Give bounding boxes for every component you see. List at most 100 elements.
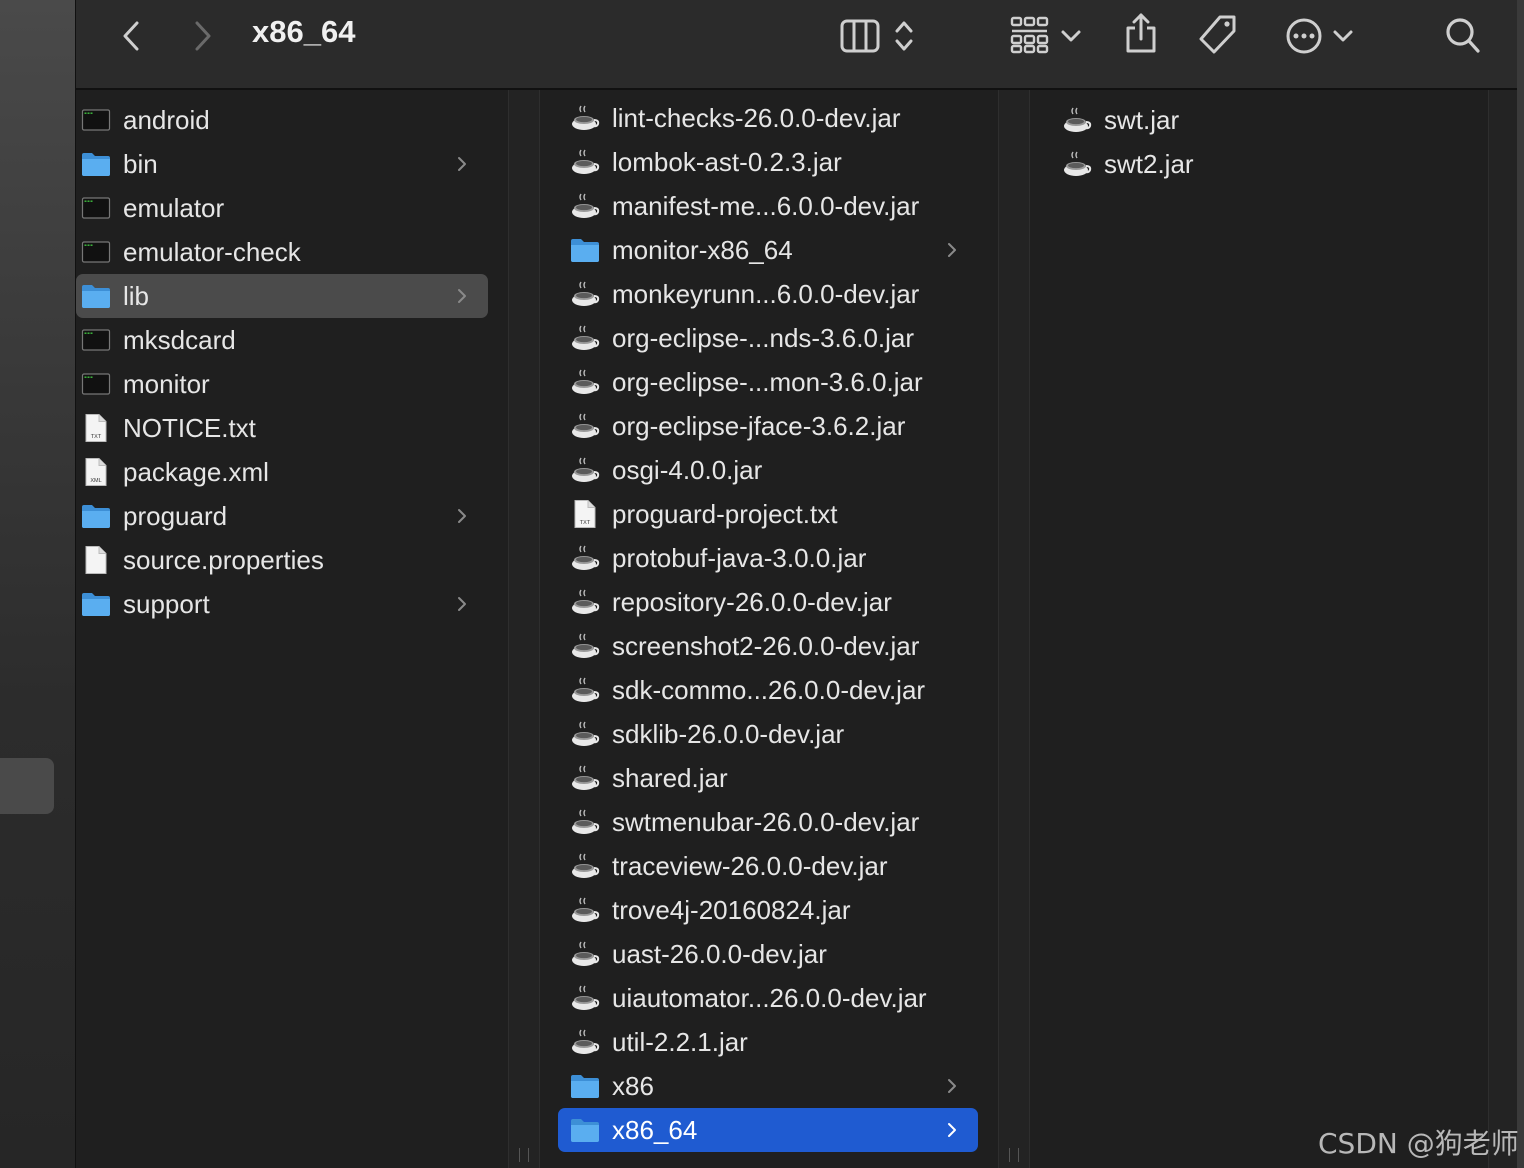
exec-icon bbox=[81, 197, 111, 219]
jar-icon bbox=[572, 105, 600, 130]
list-item-label: emulator-check bbox=[123, 236, 301, 267]
list-item[interactable]: lint-checks-26.0.0-dev.jar bbox=[558, 96, 978, 140]
jar-icon bbox=[572, 809, 600, 834]
column-view-icon[interactable] bbox=[840, 18, 880, 54]
list-item-label: lombok-ast-0.2.3.jar bbox=[612, 146, 842, 177]
window-title: x86_64 bbox=[252, 14, 356, 49]
list-item[interactable]: org-eclipse-jface-3.6.2.jar bbox=[558, 404, 978, 448]
sidebar-selected-item[interactable] bbox=[0, 758, 54, 814]
chevron-right-icon bbox=[948, 1079, 956, 1093]
list-item[interactable]: uiautomator...26.0.0-dev.jar bbox=[558, 976, 978, 1020]
list-item[interactable]: org-eclipse-...mon-3.6.0.jar bbox=[558, 360, 978, 404]
svg-text:TXT: TXT bbox=[580, 520, 591, 526]
jar-icon bbox=[572, 589, 600, 614]
list-item-label: support bbox=[123, 588, 210, 619]
jar-icon bbox=[572, 369, 600, 394]
list-item[interactable]: bin bbox=[76, 142, 488, 186]
list-item[interactable]: TXT NOTICE.txt bbox=[76, 406, 488, 450]
list-item[interactable]: protobuf-java-3.0.0.jar bbox=[558, 536, 978, 580]
list-item-label: x86 bbox=[612, 1070, 654, 1101]
window-edge bbox=[1517, 0, 1524, 1168]
list-item[interactable]: proguard bbox=[76, 494, 488, 538]
chevron-down-icon[interactable] bbox=[1060, 26, 1082, 46]
list-item-label: swt.jar bbox=[1104, 104, 1180, 135]
list-item-label: source.properties bbox=[123, 544, 324, 575]
column-divider[interactable] bbox=[508, 90, 540, 1168]
share-icon[interactable] bbox=[1124, 12, 1158, 54]
list-item[interactable]: sdklib-26.0.0-dev.jar bbox=[558, 712, 978, 756]
list-item[interactable]: XML package.xml bbox=[76, 450, 488, 494]
list-item-label: lint-checks-26.0.0-dev.jar bbox=[612, 102, 901, 133]
list-item-label: swt2.jar bbox=[1104, 148, 1194, 179]
list-item[interactable]: manifest-me...6.0.0-dev.jar bbox=[558, 184, 978, 228]
list-item-label: sdklib-26.0.0-dev.jar bbox=[612, 718, 845, 749]
back-chevron-icon[interactable] bbox=[120, 20, 144, 52]
column-1: android bin emulator emulator-check lib mksdc… bbox=[76, 90, 508, 1168]
jar-icon bbox=[572, 677, 600, 702]
list-item[interactable]: swt2.jar bbox=[1050, 142, 1470, 186]
search-icon[interactable] bbox=[1444, 16, 1482, 56]
column-divider[interactable] bbox=[998, 90, 1030, 1168]
chevron-right-icon bbox=[948, 243, 956, 257]
list-item[interactable]: swtmenubar-26.0.0-dev.jar bbox=[558, 800, 978, 844]
list-item[interactable]: android bbox=[76, 98, 488, 142]
chevron-right-icon bbox=[948, 1123, 956, 1137]
list-item[interactable]: uast-26.0.0-dev.jar bbox=[558, 932, 978, 976]
more-ellipsis-icon[interactable] bbox=[1284, 16, 1324, 56]
list-item-label: org-eclipse-jface-3.6.2.jar bbox=[612, 410, 906, 441]
sort-arrows-icon[interactable] bbox=[892, 18, 916, 54]
column-resize-grip[interactable] bbox=[519, 1148, 529, 1162]
list-item-label: emulator bbox=[123, 192, 225, 223]
xml-file-icon: XML bbox=[85, 458, 107, 486]
list-item[interactable]: repository-26.0.0-dev.jar bbox=[558, 580, 978, 624]
list-item-label: screenshot2-26.0.0-dev.jar bbox=[612, 630, 920, 661]
list-item[interactable]: emulator-check bbox=[76, 230, 488, 274]
list-item-label: monitor-x86_64 bbox=[612, 234, 793, 265]
list-item[interactable]: source.properties bbox=[76, 538, 488, 582]
list-item[interactable]: x86 bbox=[558, 1064, 978, 1108]
list-item[interactable]: x86_64 bbox=[558, 1108, 978, 1152]
list-item[interactable]: emulator bbox=[76, 186, 488, 230]
list-item[interactable]: org-eclipse-...nds-3.6.0.jar bbox=[558, 316, 978, 360]
list-item-label: NOTICE.txt bbox=[123, 412, 256, 443]
list-item[interactable]: support bbox=[76, 582, 488, 626]
folder-icon bbox=[82, 505, 110, 528]
jar-icon bbox=[572, 325, 600, 350]
list-item-label: uast-26.0.0-dev.jar bbox=[612, 938, 827, 969]
list-item[interactable]: traceview-26.0.0-dev.jar bbox=[558, 844, 978, 888]
list-item[interactable]: TXT proguard-project.txt bbox=[558, 492, 978, 536]
jar-icon bbox=[572, 413, 600, 438]
jar-icon bbox=[1064, 151, 1092, 176]
list-item[interactable]: trove4j-20160824.jar bbox=[558, 888, 978, 932]
group-grid-icon[interactable] bbox=[1010, 16, 1050, 54]
list-item[interactable]: monkeyrunn...6.0.0-dev.jar bbox=[558, 272, 978, 316]
column-divider[interactable] bbox=[1488, 90, 1518, 1168]
list-item[interactable]: monitor bbox=[76, 362, 488, 406]
folder-icon bbox=[82, 593, 110, 616]
list-item[interactable]: mksdcard bbox=[76, 318, 488, 362]
list-item[interactable]: sdk-commo...26.0.0-dev.jar bbox=[558, 668, 978, 712]
list-item[interactable]: util-2.2.1.jar bbox=[558, 1020, 978, 1064]
svg-text:XML: XML bbox=[90, 478, 101, 484]
list-item-label: uiautomator...26.0.0-dev.jar bbox=[612, 982, 927, 1013]
forward-chevron-icon[interactable] bbox=[190, 20, 214, 52]
list-item[interactable]: swt.jar bbox=[1050, 98, 1470, 142]
list-item[interactable]: monitor-x86_64 bbox=[558, 228, 978, 272]
column-resize-grip[interactable] bbox=[1009, 1148, 1019, 1162]
list-item[interactable]: osgi-4.0.0.jar bbox=[558, 448, 978, 492]
jar-icon bbox=[572, 853, 600, 878]
more-chevron-down-icon[interactable] bbox=[1332, 26, 1354, 46]
jar-icon bbox=[572, 457, 600, 482]
jar-icon bbox=[572, 149, 600, 174]
jar-icon bbox=[572, 193, 600, 218]
jar-icon bbox=[572, 985, 600, 1010]
list-item[interactable]: shared.jar bbox=[558, 756, 978, 800]
list-item-label: lib bbox=[123, 280, 150, 311]
list-item[interactable]: screenshot2-26.0.0-dev.jar bbox=[558, 624, 978, 668]
txt-file-icon: TXT bbox=[85, 414, 107, 442]
list-item[interactable]: lib bbox=[76, 274, 488, 318]
column-3: swt.jar swt2.jar bbox=[1030, 90, 1488, 1168]
list-item[interactable]: lombok-ast-0.2.3.jar bbox=[558, 140, 978, 184]
tag-icon[interactable] bbox=[1198, 14, 1238, 56]
jar-icon bbox=[572, 545, 600, 570]
